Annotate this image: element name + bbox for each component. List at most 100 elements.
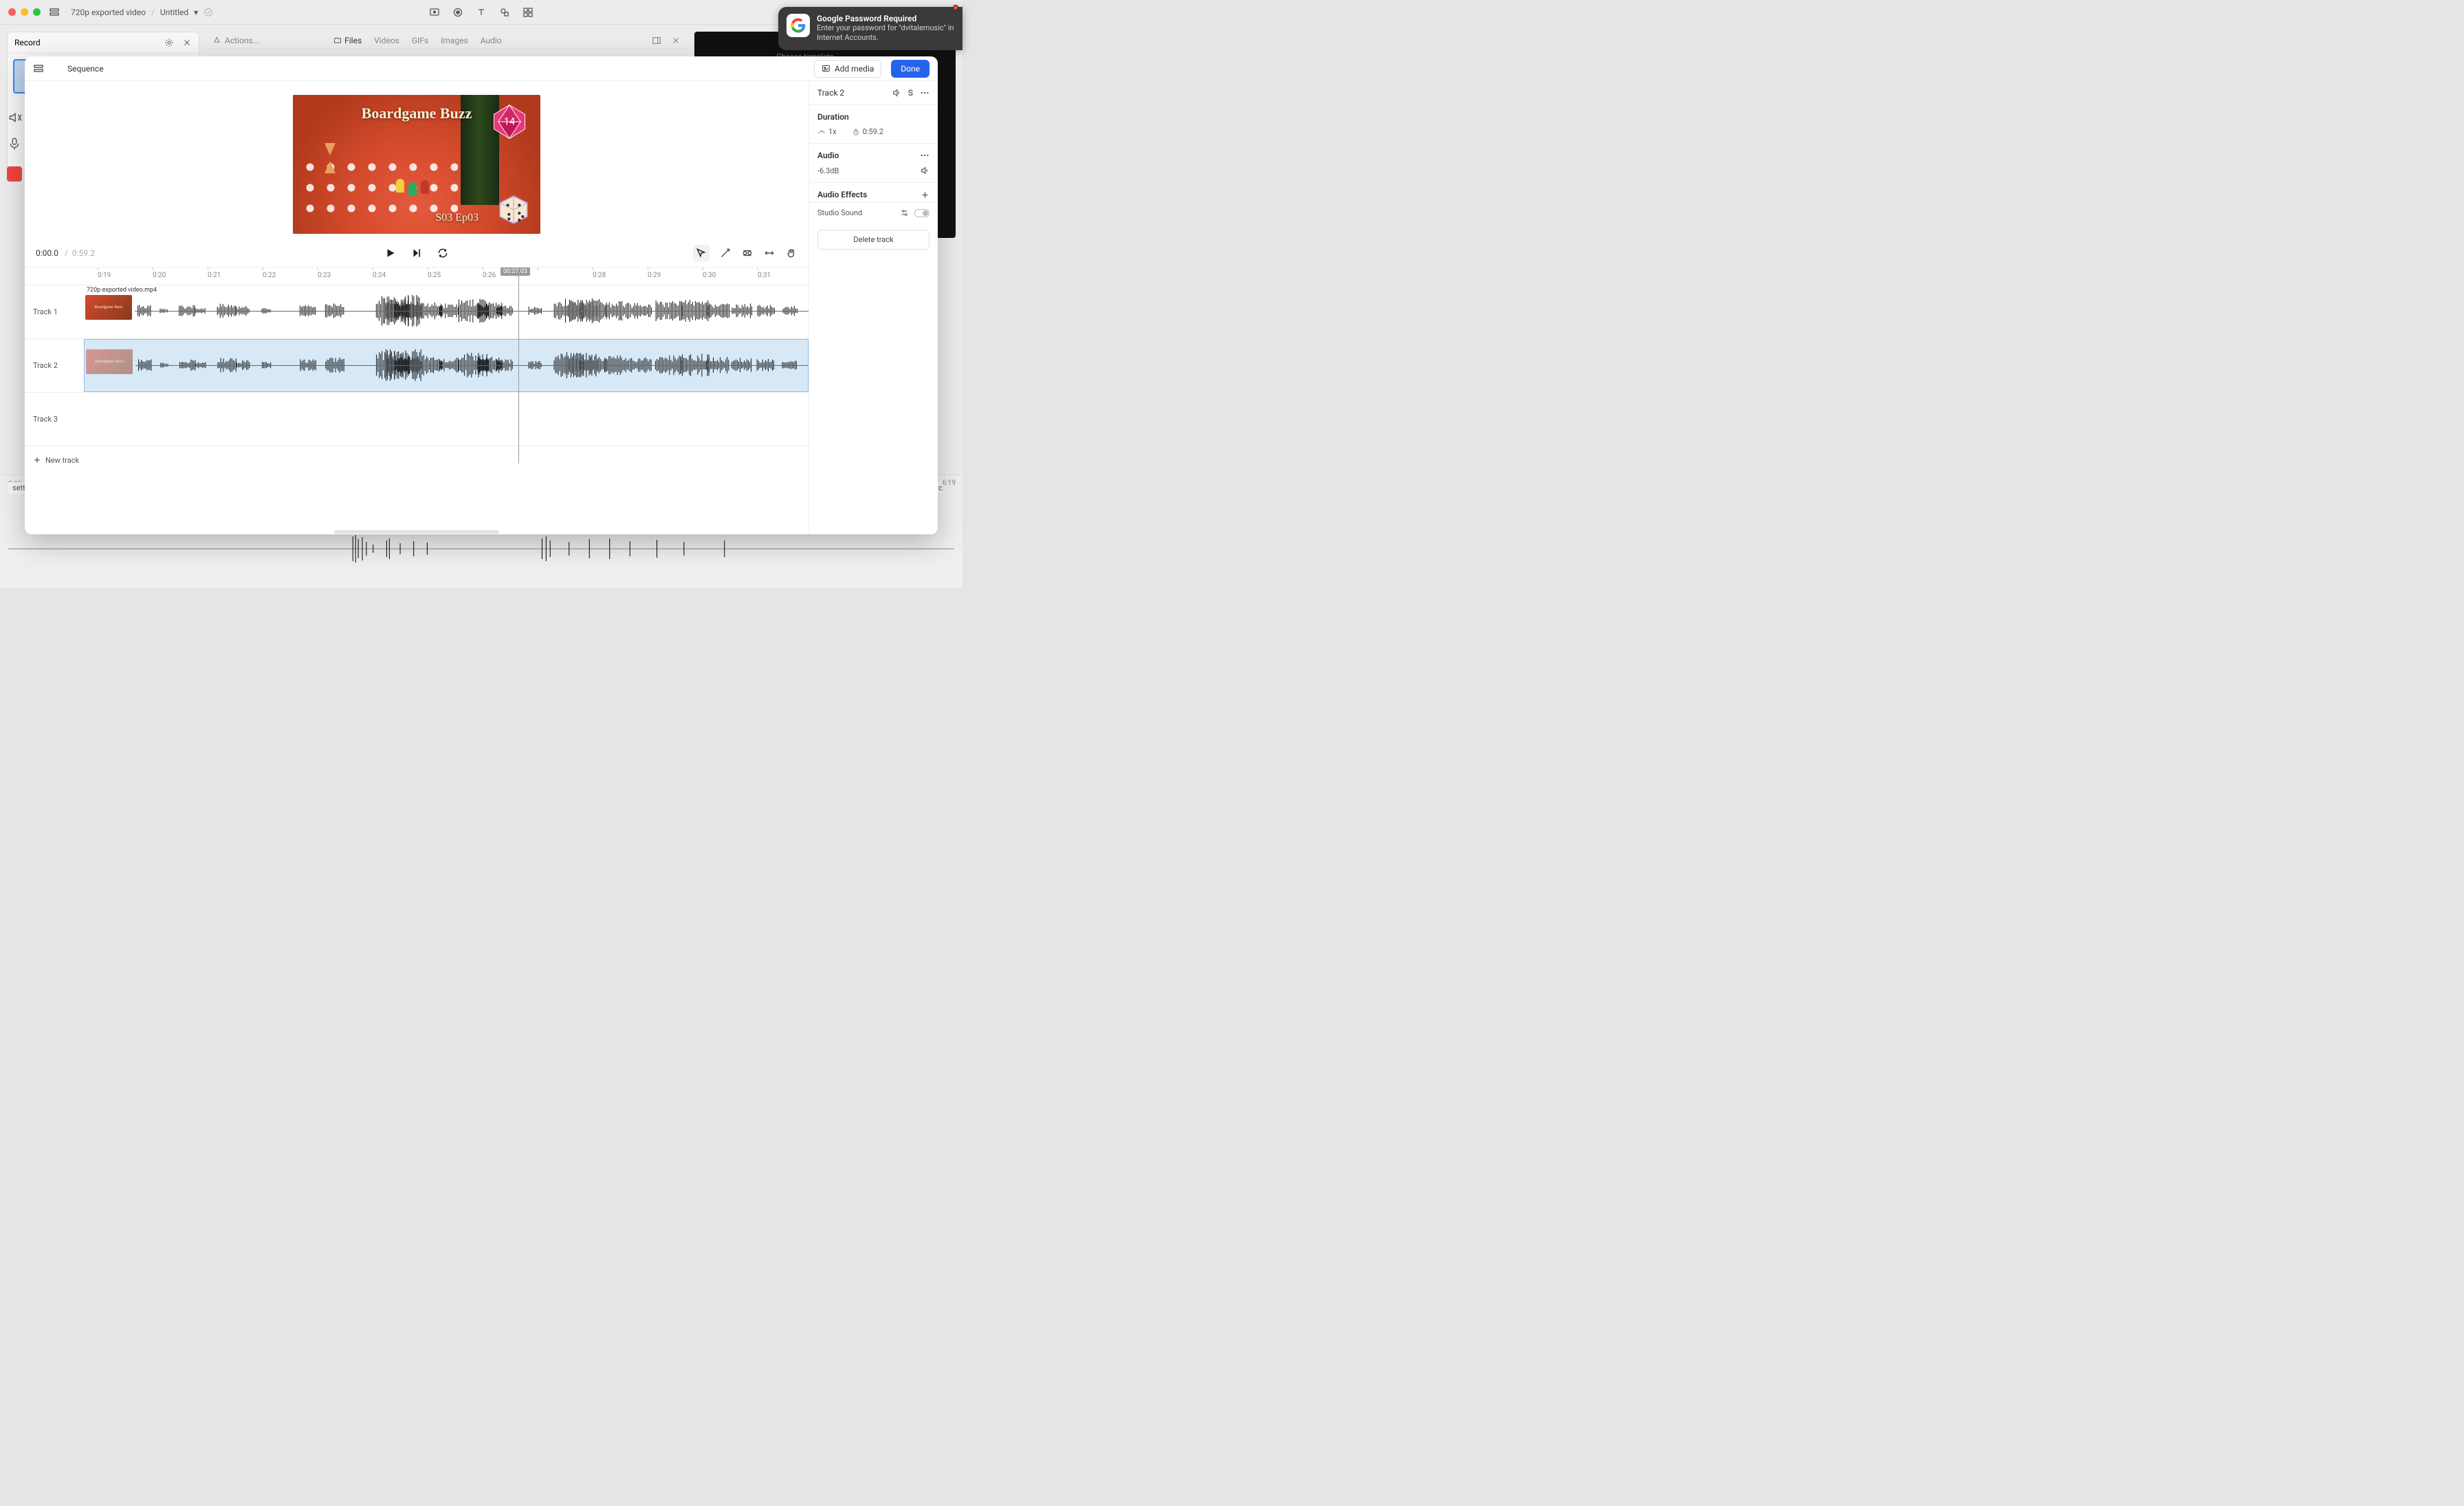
text-tool-icon[interactable] (476, 7, 487, 18)
sequence-icon (33, 63, 44, 74)
track-row: Track 3 (25, 393, 808, 446)
clip-filename: 720p exported video.mp4 (87, 287, 157, 294)
blade-tool[interactable] (719, 247, 732, 259)
record-circle-icon[interactable] (452, 7, 463, 18)
notification-badge-icon (953, 5, 958, 10)
meeple-graphic (421, 180, 429, 194)
tab-videos[interactable]: Videos (374, 36, 399, 45)
toolbar-center-tools (429, 7, 534, 18)
clip-waveform (135, 349, 808, 381)
ruler-tick: 0:24 (373, 272, 386, 279)
layout-toggle-icon[interactable] (49, 7, 60, 18)
tab-gifs[interactable]: GIFs (412, 36, 428, 45)
track-label[interactable]: Track 3 (25, 393, 84, 446)
svg-text:14: 14 (504, 116, 515, 128)
speaker-icon[interactable] (920, 166, 930, 175)
record-sidebar-rail (7, 110, 22, 182)
ruler-tick: 0:26 (483, 272, 496, 279)
files-tabs-bar: Actions... Files Videos GIFs Images Audi… (206, 32, 688, 50)
track-content[interactable]: Boardgame Buzz (84, 339, 808, 392)
audio-clip-selected[interactable]: Boardgame Buzz (84, 339, 808, 392)
delete-track-button[interactable]: Delete track (817, 230, 930, 250)
selection-tool[interactable] (693, 245, 710, 261)
speed-value[interactable]: 1x (817, 127, 837, 136)
effect-name: Studio Sound (817, 208, 862, 217)
ruler-tick: 0:25 (428, 272, 441, 279)
video-preview[interactable]: Boardgame Buzz S03 Ep03 14 (293, 95, 540, 234)
gear-icon[interactable] (164, 38, 174, 47)
ruler-tick: 0:28 (593, 272, 606, 279)
breadcrumb[interactable]: 720p exported video / Untitled ▾ (71, 8, 213, 17)
slip-tool[interactable] (763, 247, 776, 259)
clip-thumbnail: Boardgame Buzz (86, 349, 133, 374)
track-label[interactable]: Track 2 (25, 339, 84, 392)
speaker-mute-icon[interactable] (7, 110, 22, 125)
microphone-icon[interactable] (7, 136, 22, 151)
ruler-tick: 0:29 (648, 272, 661, 279)
breadcrumb-doc[interactable]: Untitled (160, 8, 188, 17)
playhead[interactable]: 00:27.03 (518, 268, 519, 463)
track-content-empty[interactable] (84, 393, 808, 446)
playhead-time-label: 00:27.03 (500, 268, 530, 276)
inspector-track-name: Track 2 (817, 88, 844, 98)
modal-header: Sequence Add media Done (25, 56, 938, 81)
modal-title: Sequence (67, 64, 104, 74)
breadcrumb-project[interactable]: 720p exported video (71, 8, 146, 17)
transport-bar: 0:00.0 / 0:59.2 (25, 239, 808, 267)
track-label[interactable]: Track 1 (25, 285, 84, 338)
new-track-button[interactable]: New track (25, 446, 808, 474)
screen-record-icon[interactable] (429, 7, 440, 18)
close-icon[interactable] (182, 38, 192, 47)
meeple-graphic (396, 179, 404, 193)
google-icon (786, 14, 810, 37)
chevron-down-icon[interactable]: ▾ (194, 8, 198, 17)
duration-heading: Duration (817, 112, 930, 122)
step-forward-button[interactable] (410, 247, 423, 259)
play-button[interactable] (384, 247, 397, 259)
timeline: 00:27.03 0:190:200:210:220:230:240:250:2… (25, 267, 808, 534)
automation-tool[interactable] (741, 247, 754, 259)
done-button[interactable]: Done (891, 60, 930, 78)
tab-images[interactable]: Images (441, 36, 468, 45)
timestamp-right: 6:19 (943, 479, 956, 487)
ruler-tick: 0:19 (98, 272, 111, 279)
total-duration: 0:59.2 (72, 248, 95, 258)
record-button[interactable] (7, 166, 22, 182)
current-time: 0:00.0 (36, 248, 58, 258)
system-notification[interactable]: Google Password Required Enter your pass… (778, 7, 962, 50)
window-controls[interactable] (8, 8, 41, 16)
grid-icon[interactable] (522, 7, 534, 18)
actions-dropdown[interactable]: Actions... (213, 36, 259, 45)
hand-tool[interactable] (785, 247, 798, 259)
transcript-waveform[interactable] (8, 533, 954, 565)
more-icon[interactable] (920, 151, 930, 160)
effect-row: Studio Sound (809, 203, 938, 223)
solo-button[interactable]: S (908, 88, 913, 98)
ruler-tick: 0:20 (153, 272, 166, 279)
audio-level-value[interactable]: -6.3dB (817, 166, 839, 175)
audio-effects-heading: Audio Effects (817, 190, 867, 199)
speaker-icon[interactable] (892, 88, 901, 98)
clip-waveform (135, 295, 808, 327)
video-clip[interactable]: 720p exported video.mp4 Boardgame Buzz (84, 285, 808, 338)
timeline-scrollbar[interactable] (25, 529, 808, 534)
track-content[interactable]: 720p exported video.mp4 Boardgame Buzz (84, 285, 808, 338)
hourglass-graphic (324, 143, 336, 173)
close-icon[interactable] (671, 36, 681, 45)
timeline-ruler[interactable]: 00:27.03 0:190:200:210:220:230:240:250:2… (25, 268, 808, 285)
plus-icon[interactable] (921, 190, 930, 199)
tab-files[interactable]: Files (333, 36, 362, 45)
more-icon[interactable] (920, 88, 930, 98)
preview-viewport: Boardgame Buzz S03 Ep03 14 (25, 81, 808, 239)
loop-button[interactable] (437, 247, 449, 259)
minimize-window-icon[interactable] (21, 8, 28, 16)
add-media-button[interactable]: Add media (814, 60, 881, 78)
collapse-panel-icon[interactable] (652, 36, 661, 45)
sliders-icon[interactable] (900, 208, 909, 217)
effect-toggle[interactable] (914, 209, 930, 217)
close-window-icon[interactable] (8, 8, 16, 16)
shapes-icon[interactable] (499, 7, 510, 18)
tab-audio[interactable]: Audio (481, 36, 502, 45)
zoom-window-icon[interactable] (33, 8, 41, 16)
duration-value[interactable]: 0:59.2 (852, 127, 883, 136)
